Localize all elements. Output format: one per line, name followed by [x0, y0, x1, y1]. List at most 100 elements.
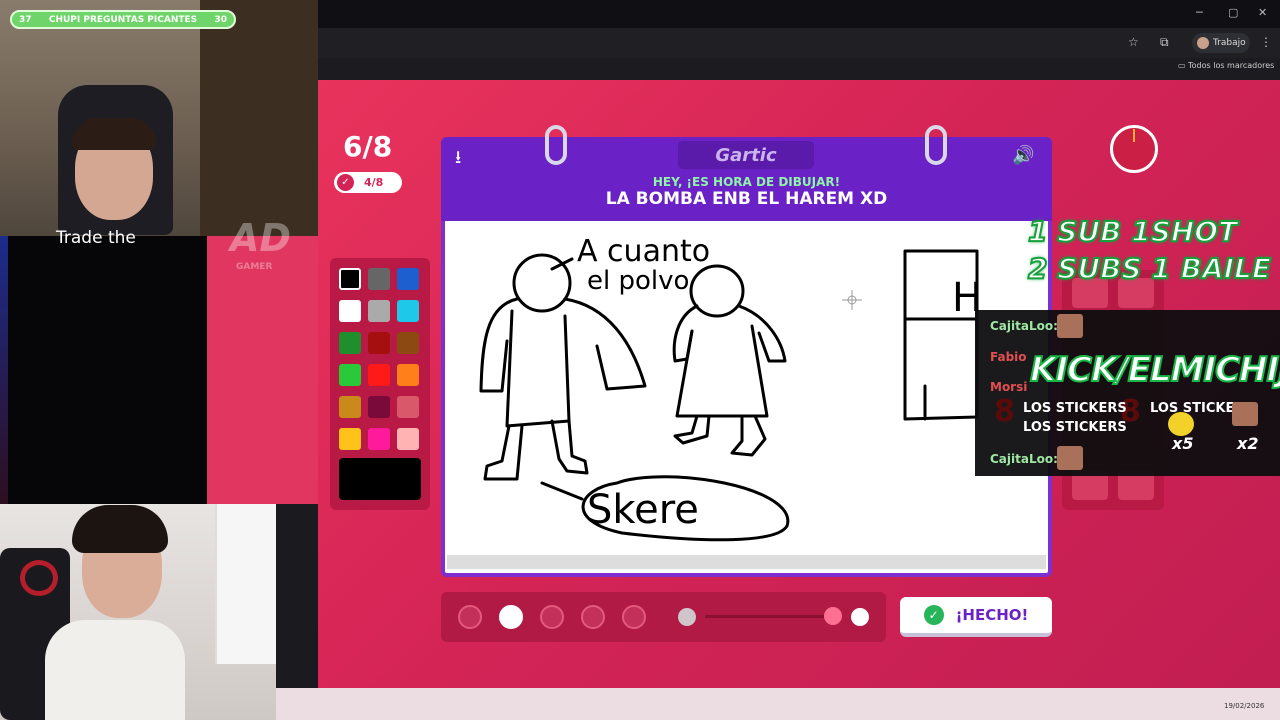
alert-user: Fabio	[990, 350, 1027, 364]
opacity-slider-track[interactable]	[705, 615, 835, 618]
streamer-hair	[72, 505, 168, 553]
opacity-slider-thumb[interactable]	[824, 607, 842, 625]
overlay-text: Trade the	[56, 228, 136, 248]
drawing-canvas[interactable]: A cuanto el polvo Skere H	[447, 221, 1046, 565]
menu-icon[interactable]: ⋮	[1260, 35, 1272, 49]
shelf	[215, 504, 276, 664]
round-counter: 6/8	[343, 130, 393, 163]
drawing-text-question: A cuanto	[577, 234, 710, 269]
drawing-text-skere: Skere	[587, 487, 699, 533]
overlay-pink-panel	[207, 236, 318, 504]
webcam-wall	[200, 0, 318, 236]
screen: ─ ▢ ✕ ☆ ⧉ Trabajo ⋮ ▭ Todos los marcador…	[0, 0, 1280, 720]
color-swatch[interactable]	[339, 396, 361, 418]
brush-size-button[interactable]	[581, 605, 605, 629]
promo-line-1: 1 SUB 1SHOT	[1027, 214, 1238, 249]
streamer-hair	[72, 118, 156, 150]
done-button[interactable]: ✓ ¡HECHO!	[900, 597, 1052, 637]
check-icon: ✓	[923, 605, 944, 625]
figure1-left-leg	[483, 424, 524, 481]
current-color	[339, 458, 421, 500]
download-icon[interactable]: ⭳	[455, 145, 461, 175]
avatar	[1197, 37, 1209, 49]
brush-size-button[interactable]	[499, 605, 523, 629]
figure1-line	[540, 481, 584, 501]
color-swatch[interactable]	[368, 332, 390, 354]
alert-user: CajitaLoo:	[990, 452, 1058, 466]
close-button[interactable]: ✕	[1258, 6, 1267, 19]
alert-user: Morsi	[990, 380, 1028, 394]
poll-right-count: 30	[214, 14, 227, 25]
color-swatch[interactable]	[397, 268, 419, 290]
color-swatch[interactable]	[368, 268, 390, 290]
sticker-face-icon	[1057, 446, 1083, 470]
overlay-panel	[0, 236, 207, 504]
poll-left-count: 37	[19, 14, 32, 25]
figure2-left-leg	[673, 414, 711, 445]
color-swatch[interactable]	[397, 300, 419, 322]
binder-ring	[545, 125, 567, 165]
overlay-edge	[0, 236, 8, 504]
color-swatch[interactable]	[368, 300, 390, 322]
color-swatch[interactable]	[339, 268, 361, 290]
color-swatch[interactable]	[339, 332, 361, 354]
figure1-right-leg	[550, 419, 589, 475]
taskbar	[276, 688, 1280, 720]
figure2-head	[689, 264, 745, 318]
figure2-dress	[675, 324, 769, 418]
profile-button[interactable]: Trabajo	[1192, 33, 1250, 53]
brush-size-button[interactable]	[540, 605, 564, 629]
players-done-count: 4/8	[364, 176, 384, 189]
sticker-multiplier: x2	[1237, 434, 1259, 453]
color-swatch[interactable]	[339, 364, 361, 386]
color-swatch[interactable]	[368, 396, 390, 418]
brush-size-button[interactable]	[622, 605, 646, 629]
figure2-left-arm	[672, 304, 699, 363]
profile-name: Trabajo	[1213, 38, 1246, 48]
color-swatch[interactable]	[397, 396, 419, 418]
streamer-body	[45, 620, 185, 720]
color-swatch[interactable]	[368, 428, 390, 450]
sticker-label: LOS STICKERS	[1023, 420, 1127, 435]
sticker-face-icon	[1057, 314, 1083, 338]
poll-bar: 37 CHUPI PREGUNTAS PICANTES 30	[10, 10, 236, 29]
timer-hand	[1133, 129, 1135, 142]
figure1-right-arm	[563, 297, 647, 391]
figure1-torso	[505, 309, 571, 428]
opacity-max-icon	[851, 608, 869, 626]
alert-user: CajitaLoo:	[990, 319, 1058, 333]
counter-digit: 8	[994, 394, 1015, 429]
color-swatch[interactable]	[368, 364, 390, 386]
crosshair-cursor-icon	[842, 290, 862, 310]
sticker-multiplier: x5	[1172, 434, 1194, 453]
sticker-label: LOS STICKERS	[1023, 401, 1127, 416]
all-bookmarks-link[interactable]: ▭ Todos los marcadores	[1178, 61, 1274, 70]
color-swatch[interactable]	[397, 364, 419, 386]
sound-icon[interactable]: 🔊	[1012, 145, 1034, 166]
figure2-right-leg	[730, 414, 767, 457]
ad-logo-sub: GAMER	[236, 262, 273, 272]
poll-title: CHUPI PREGUNTAS PICANTES	[48, 14, 198, 25]
players-done-badge: ✓ 4/8	[334, 172, 402, 193]
sticker-face-icon	[1232, 402, 1258, 426]
opacity-min-icon	[678, 608, 696, 626]
maximize-button[interactable]: ▢	[1228, 6, 1238, 19]
color-swatch[interactable]	[339, 300, 361, 322]
minimize-button[interactable]: ─	[1196, 6, 1203, 19]
gartic-logo: Gartic	[678, 141, 814, 169]
bookmarks-bar	[318, 58, 1280, 80]
check-icon: ✓	[337, 174, 354, 191]
binder-ring	[925, 125, 947, 165]
chair-logo	[20, 560, 58, 596]
promo-line-2: 2 SUBS 1 BAILE	[1027, 251, 1272, 286]
draw-hint: HEY, ¡ES HORA DE DIBUJAR!	[652, 175, 841, 189]
speech-line	[550, 257, 574, 271]
extensions-icon[interactable]: ⧉	[1160, 35, 1169, 50]
folder-icon: ▭	[1178, 61, 1186, 70]
brush-size-button[interactable]	[458, 605, 482, 629]
color-swatch[interactable]	[397, 332, 419, 354]
color-swatch[interactable]	[339, 428, 361, 450]
prompt-word: LA BOMBA ENB EL HAREM XD	[605, 189, 888, 209]
color-swatch[interactable]	[397, 428, 419, 450]
bookmark-star-icon[interactable]: ☆	[1128, 35, 1139, 49]
